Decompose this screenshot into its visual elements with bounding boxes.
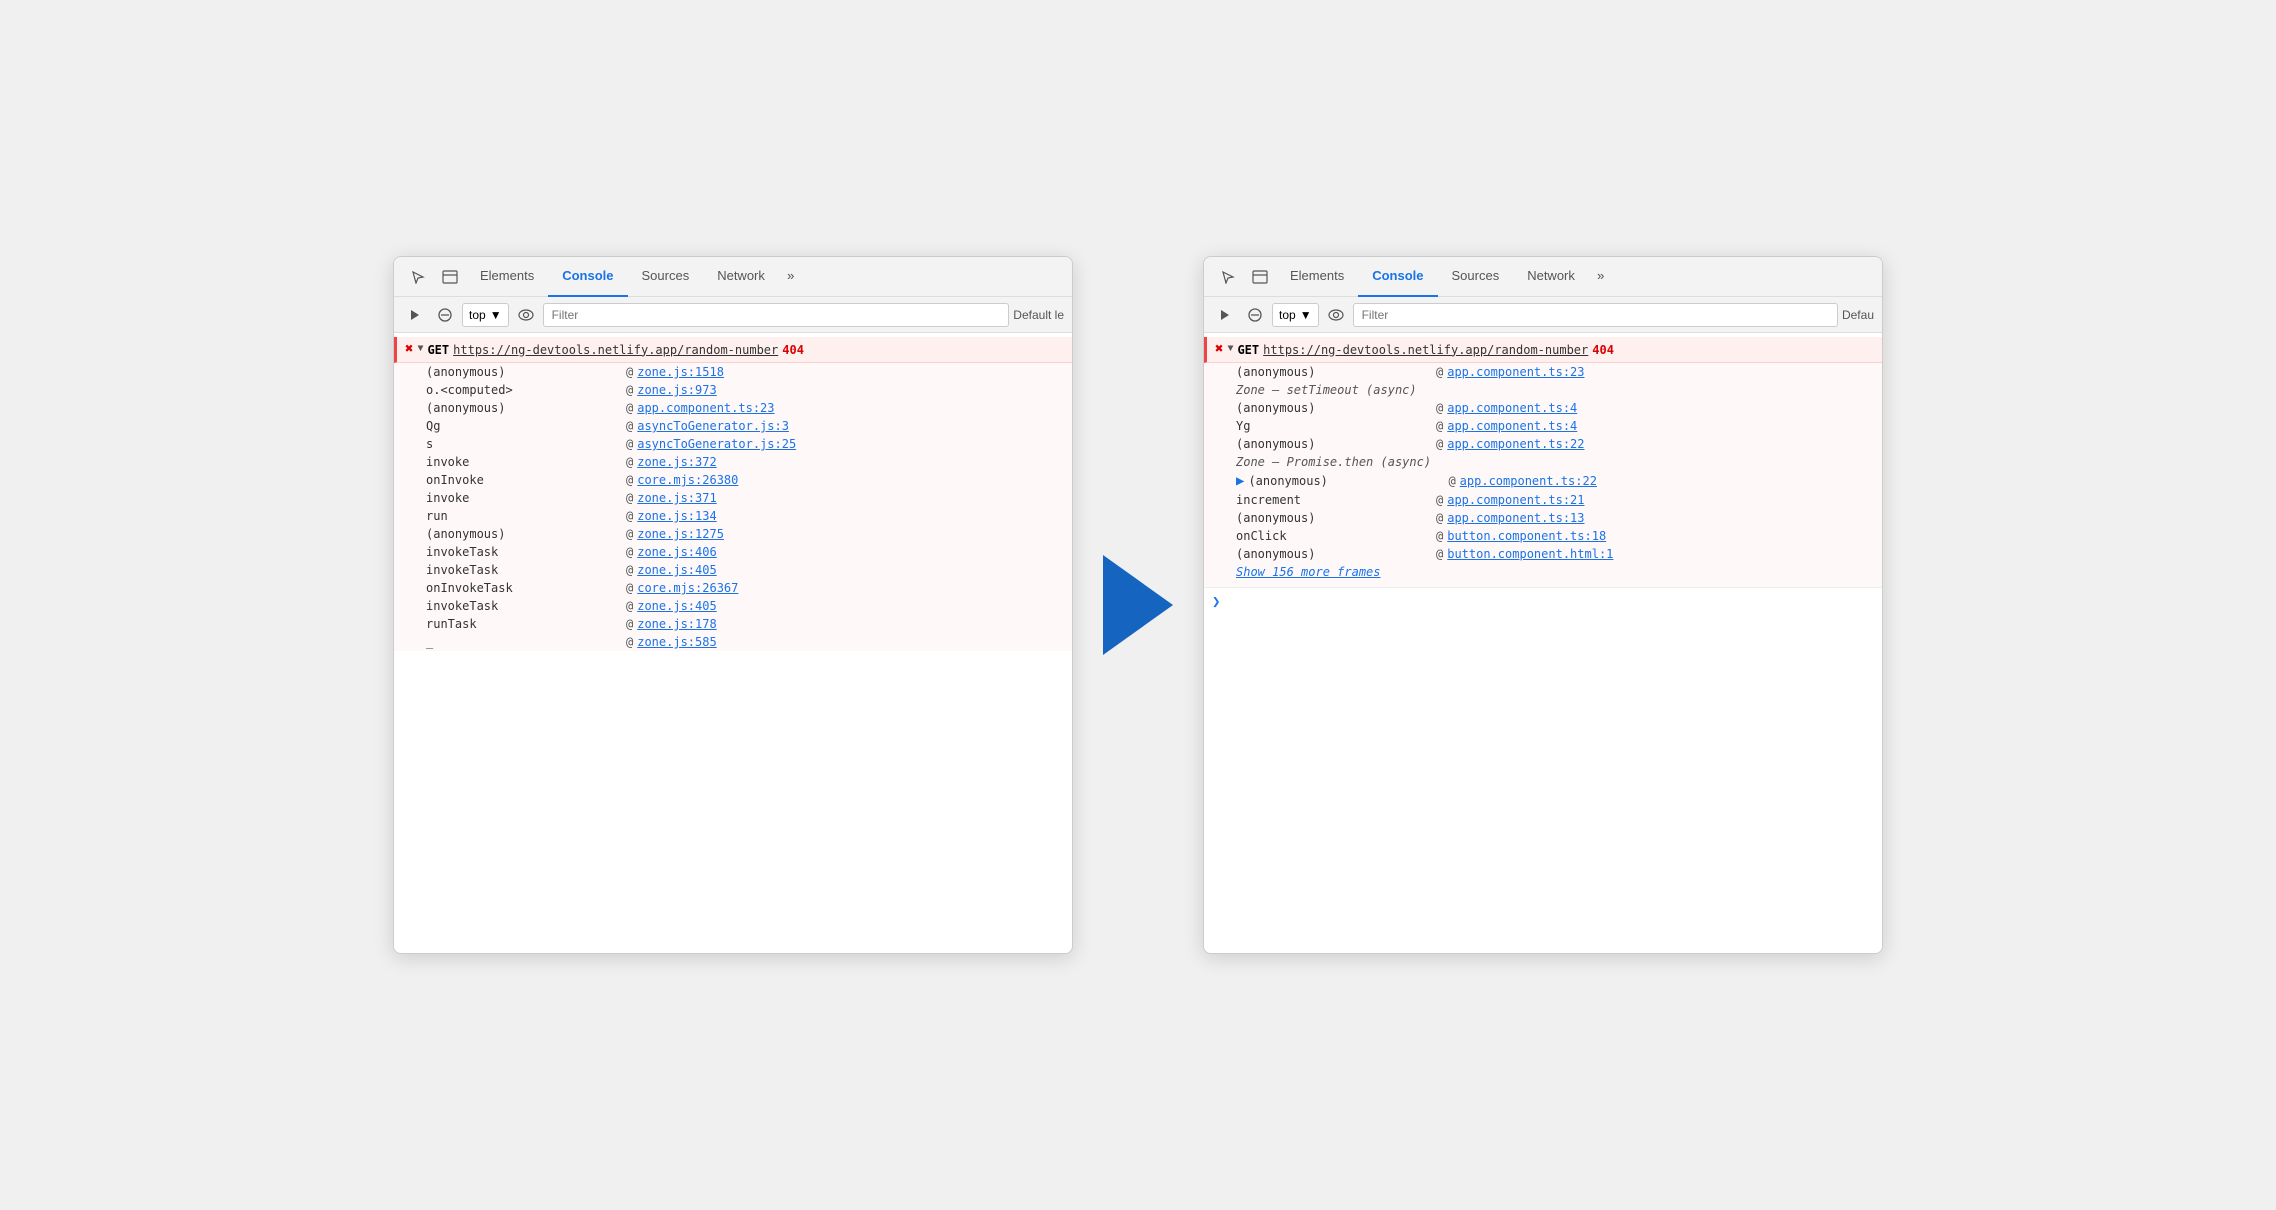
stack-row: increment @ app.component.ts:21 [1204, 491, 1882, 509]
tab-network-right[interactable]: Network [1513, 257, 1589, 297]
stack-row: _ @ zone.js:585 [394, 633, 1072, 651]
stack-row: (anonymous) @ zone.js:1275 [394, 525, 1072, 543]
error-url-left[interactable]: https://ng-devtools.netlify.app/random-n… [453, 343, 778, 357]
stack-row: s @ asyncToGenerator.js:25 [394, 435, 1072, 453]
eye-icon-right[interactable] [1323, 302, 1349, 328]
right-tabs-bar: Elements Console Sources Network » [1204, 257, 1882, 297]
status-code-right: 404 [1592, 343, 1614, 357]
stack-row: invokeTask @ zone.js:405 [394, 597, 1072, 615]
stack-row: Yg @ app.component.ts:4 [1204, 417, 1882, 435]
stack-row: onInvokeTask @ core.mjs:26367 [394, 579, 1072, 597]
http-method-right: GET [1237, 343, 1259, 357]
http-method-left: GET [427, 343, 449, 357]
stack-row: o.<computed> @ zone.js:973 [394, 381, 1072, 399]
dropdown-arrow-right: ▼ [1300, 308, 1312, 322]
stack-row: (anonymous) @ app.component.ts:22 [1204, 435, 1882, 453]
dropdown-arrow-left: ▼ [490, 308, 502, 322]
tab-sources-right[interactable]: Sources [1438, 257, 1514, 297]
stack-row: (anonymous) @ button.component.html:1 [1204, 545, 1882, 563]
stack-row: (anonymous) @ app.component.ts:4 [1204, 399, 1882, 417]
dock-icon-right[interactable] [1244, 261, 1276, 293]
cursor-icon[interactable] [402, 261, 434, 293]
tab-console-right[interactable]: Console [1358, 257, 1437, 297]
expand-arrow-right[interactable]: ▼ [1227, 344, 1233, 355]
stack-row: Qg @ asyncToGenerator.js:3 [394, 417, 1072, 435]
tab-elements-left[interactable]: Elements [466, 257, 548, 297]
dock-icon[interactable] [434, 261, 466, 293]
context-selector-left[interactable]: top ▼ [462, 303, 509, 327]
default-level-left: Default le [1013, 308, 1064, 322]
left-devtools-panel: Elements Console Sources Network » top ▼ [393, 256, 1073, 954]
stack-section-left: (anonymous) @ zone.js:1518 o.<computed> … [394, 363, 1072, 651]
tab-elements-right[interactable]: Elements [1276, 257, 1358, 297]
stack-row: run @ zone.js:134 [394, 507, 1072, 525]
tab-more-left[interactable]: » [779, 269, 803, 284]
left-tabs-bar: Elements Console Sources Network » [394, 257, 1072, 297]
stack-row-arrow: ▶ (anonymous) @ app.component.ts:22 [1204, 471, 1882, 491]
error-row-right: ✖ ▼ GET https://ng-devtools.netlify.app/… [1204, 337, 1882, 363]
left-console-content: ✖ ▼ GET https://ng-devtools.netlify.app/… [394, 333, 1072, 953]
screenshot-container: Elements Console Sources Network » top ▼ [393, 256, 1883, 954]
run-script-button-right[interactable] [1212, 302, 1238, 328]
tab-console-left[interactable]: Console [548, 257, 627, 297]
eye-icon-left[interactable] [513, 302, 539, 328]
stack-row: invoke @ zone.js:372 [394, 453, 1072, 471]
stack-row: runTask @ zone.js:178 [394, 615, 1072, 633]
stack-row: (anonymous) @ app.component.ts:23 [1204, 363, 1882, 381]
async-label: Zone — setTimeout (async) [1204, 381, 1882, 399]
show-more-frames-link[interactable]: Show 156 more frames [1236, 565, 1381, 579]
prompt-arrow-icon: ❯ [1212, 594, 1220, 611]
default-level-right: Defau [1842, 308, 1874, 322]
clear-console-button[interactable] [432, 302, 458, 328]
error-circle-icon-right: ✖ [1215, 341, 1223, 358]
filter-input-right[interactable] [1353, 303, 1838, 327]
right-console-content: ✖ ▼ GET https://ng-devtools.netlify.app/… [1204, 333, 1882, 953]
error-url-right[interactable]: https://ng-devtools.netlify.app/random-n… [1263, 343, 1588, 357]
tab-sources-left[interactable]: Sources [628, 257, 704, 297]
clear-console-button-right[interactable] [1242, 302, 1268, 328]
filter-input-left[interactable] [543, 303, 1010, 327]
stack-row: onClick @ button.component.ts:18 [1204, 527, 1882, 545]
tab-network-left[interactable]: Network [703, 257, 779, 297]
right-toolbar-bar: top ▼ Defau [1204, 297, 1882, 333]
context-label-right: top [1279, 308, 1296, 322]
stack-row: (anonymous) @ app.component.ts:23 [394, 399, 1072, 417]
stack-row: invoke @ zone.js:371 [394, 489, 1072, 507]
stack-row: (anonymous) @ app.component.ts:13 [1204, 509, 1882, 527]
cursor-icon-right[interactable] [1212, 261, 1244, 293]
stack-row: onInvoke @ core.mjs:26380 [394, 471, 1072, 489]
stack-section-right: (anonymous) @ app.component.ts:23 Zone —… [1204, 363, 1882, 587]
error-row-left: ✖ ▼ GET https://ng-devtools.netlify.app/… [394, 337, 1072, 363]
current-frame-indicator: ▶ [1236, 473, 1244, 489]
stack-row: (anonymous) @ zone.js:1518 [394, 363, 1072, 381]
direction-arrow [1073, 555, 1203, 655]
context-selector-right[interactable]: top ▼ [1272, 303, 1319, 327]
left-toolbar-bar: top ▼ Default le [394, 297, 1072, 333]
stack-row: invokeTask @ zone.js:406 [394, 543, 1072, 561]
blue-right-arrow [1103, 555, 1173, 655]
console-prompt-right: ❯ [1204, 587, 1882, 617]
expand-arrow-left[interactable]: ▼ [417, 344, 423, 355]
right-devtools-panel: Elements Console Sources Network » top ▼ [1203, 256, 1883, 954]
tab-more-right[interactable]: » [1589, 269, 1613, 284]
red-arrow-annotation [1882, 547, 1883, 617]
show-more-frames-row: Show 156 more frames [1204, 563, 1882, 587]
context-label-left: top [469, 308, 486, 322]
error-circle-icon-left: ✖ [405, 341, 413, 358]
run-script-button[interactable] [402, 302, 428, 328]
status-code-left: 404 [782, 343, 804, 357]
stack-row: invokeTask @ zone.js:405 [394, 561, 1072, 579]
async-label: Zone — Promise.then (async) [1204, 453, 1882, 471]
